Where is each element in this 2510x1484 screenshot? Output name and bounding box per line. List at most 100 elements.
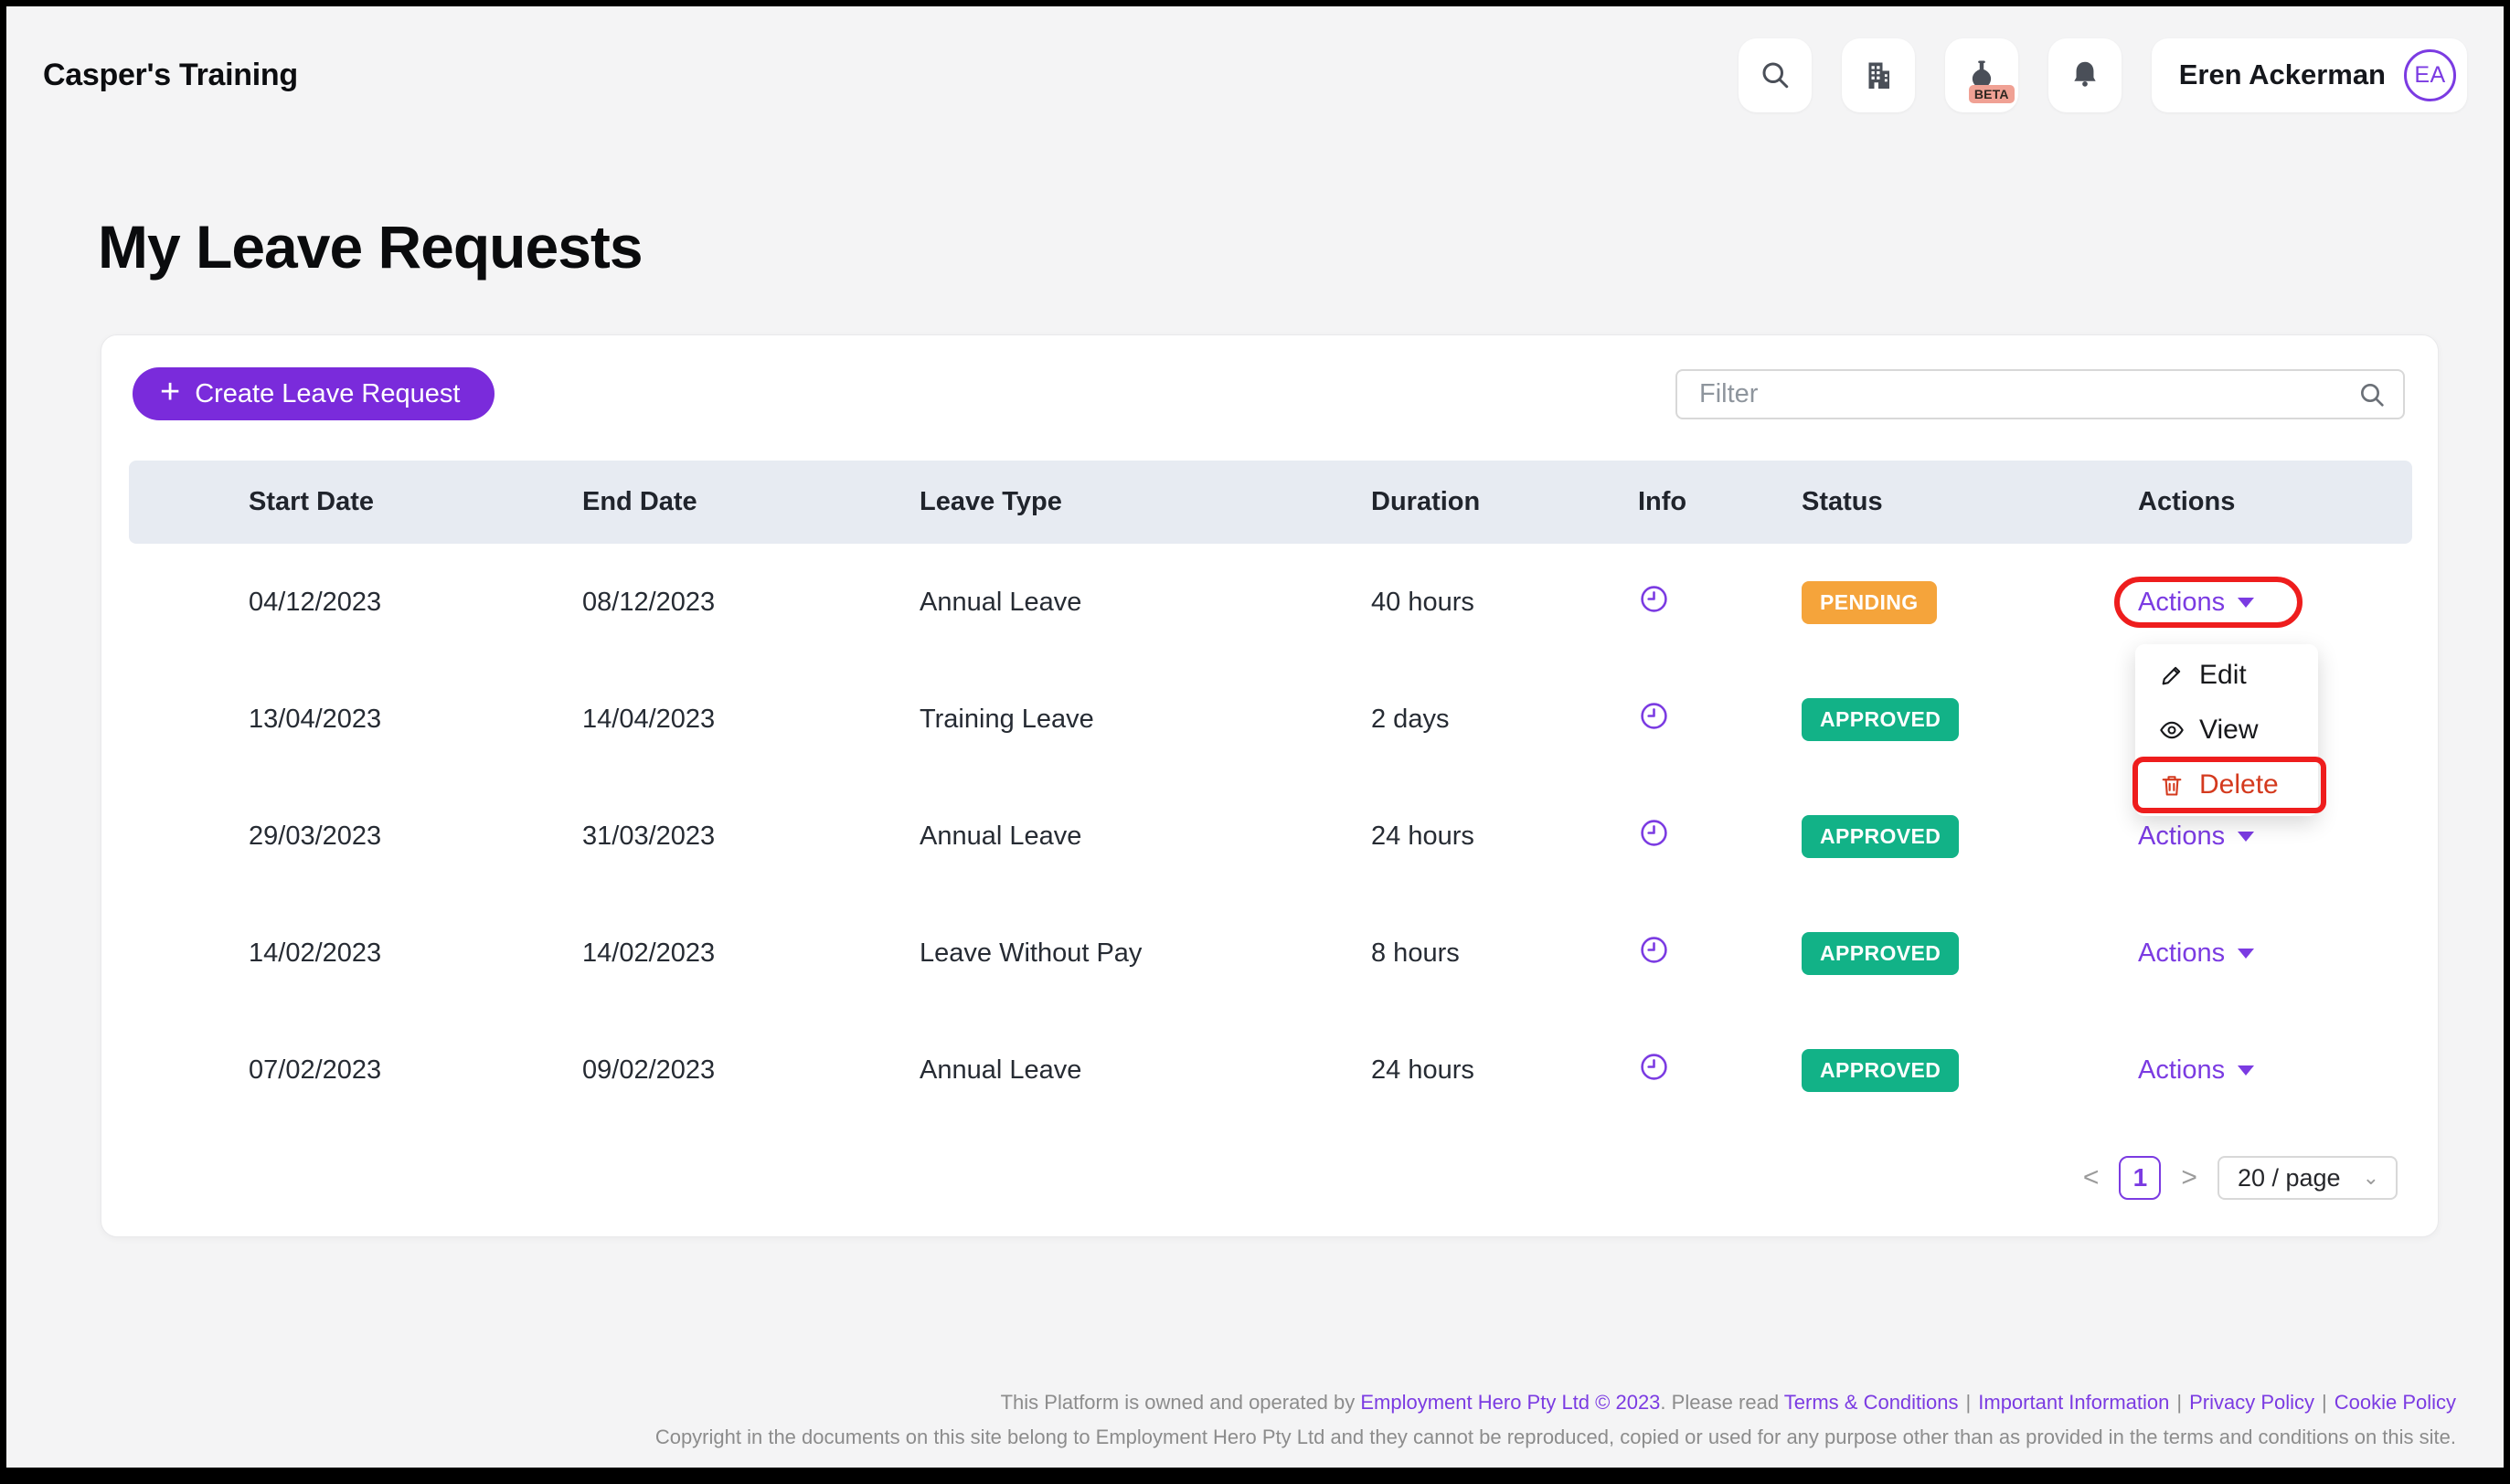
table-row: 14/02/2023 14/02/2023 Leave Without Pay …	[129, 895, 2412, 1012]
current-page[interactable]: 1	[2119, 1156, 2161, 1200]
column-header: Info	[1638, 487, 1802, 517]
end-date-cell: 14/04/2023	[582, 705, 920, 735]
caret-down-icon	[2238, 1065, 2254, 1076]
info-clock-icon[interactable]	[1640, 819, 1668, 854]
actions-label: Actions	[2138, 938, 2225, 969]
important-info-link[interactable]: Important Information	[1978, 1391, 2169, 1414]
beta-badge: BETA	[1969, 85, 2015, 103]
footer-text: . Please read	[1660, 1391, 1783, 1414]
leave-type-cell: Annual Leave	[920, 1055, 1371, 1086]
table-row: 04/12/2023 08/12/2023 Annual Leave 40 ho…	[129, 544, 2412, 661]
end-date-cell: 08/12/2023	[582, 588, 920, 618]
table-row: 07/02/2023 09/02/2023 Annual Leave 24 ho…	[129, 1012, 2412, 1129]
start-date-cell: 14/02/2023	[129, 938, 582, 969]
actions-label: Actions	[2138, 588, 2225, 618]
page-size-select[interactable]: 20 / page ⌄	[2218, 1156, 2398, 1200]
menu-item-label: View	[2199, 715, 2258, 746]
avatar: EA	[2404, 49, 2456, 101]
topbar-actions: BETA Eren Ackerman EA	[1739, 38, 2467, 112]
privacy-policy-link[interactable]: Privacy Policy	[2189, 1391, 2314, 1414]
app-title: Casper's Training	[43, 58, 298, 93]
actions-label: Actions	[2138, 822, 2225, 852]
duration-cell: 2 days	[1371, 705, 1638, 735]
table-row: 13/04/2023 14/04/2023 Training Leave 2 d…	[129, 661, 2412, 778]
leave-type-cell: Leave Without Pay	[920, 938, 1371, 969]
status-badge: APPROVED	[1802, 815, 1959, 858]
cookie-policy-link[interactable]: Cookie Policy	[2335, 1391, 2456, 1414]
duration-cell: 40 hours	[1371, 588, 1638, 618]
start-date-cell: 29/03/2023	[129, 822, 582, 852]
start-date-cell: 04/12/2023	[129, 588, 582, 618]
column-header: End Date	[582, 487, 920, 517]
menu-item-label: Edit	[2199, 660, 2247, 691]
end-date-cell: 09/02/2023	[582, 1055, 920, 1086]
trash-icon	[2159, 772, 2185, 798]
beta-features-button[interactable]: BETA	[1945, 38, 2018, 112]
status-badge: PENDING	[1802, 581, 1937, 624]
prev-page-button[interactable]: <	[2083, 1164, 2100, 1192]
actions-menu: Edit View Delete	[2135, 644, 2318, 816]
menu-item-view[interactable]: View	[2135, 703, 2318, 758]
filter-input[interactable]	[1675, 369, 2405, 419]
table-row: 29/03/2023 31/03/2023 Annual Leave 24 ho…	[129, 778, 2412, 895]
menu-item-delete[interactable]: Delete	[2135, 758, 2318, 812]
actions-dropdown-trigger[interactable]: Actions	[2138, 938, 2254, 969]
start-date-cell: 13/04/2023	[129, 705, 582, 735]
info-clock-icon[interactable]	[1640, 702, 1668, 737]
status-badge: APPROVED	[1802, 932, 1959, 975]
status-badge: APPROVED	[1802, 1049, 1959, 1092]
footer: This Platform is owned and operated by E…	[655, 1382, 2456, 1451]
info-clock-icon[interactable]	[1640, 1053, 1668, 1088]
separator: |	[2169, 1391, 2189, 1414]
end-date-cell: 31/03/2023	[582, 822, 920, 852]
status-badge: APPROVED	[1802, 698, 1959, 741]
pagination: < 1 > 20 / page ⌄	[2083, 1156, 2398, 1200]
caret-down-icon	[2238, 832, 2254, 842]
search-button[interactable]	[1739, 38, 1812, 112]
pencil-icon	[2159, 662, 2185, 688]
caret-down-icon	[2238, 598, 2254, 608]
actions-dropdown-trigger[interactable]: Actions	[2138, 822, 2254, 852]
duration-cell: 24 hours	[1371, 822, 1638, 852]
separator: |	[2314, 1391, 2335, 1414]
user-name: Eren Ackerman	[2179, 58, 2386, 91]
create-leave-request-button[interactable]: + Create Leave Request	[133, 367, 495, 420]
notifications-button[interactable]	[2048, 38, 2122, 112]
menu-item-edit[interactable]: Edit	[2135, 648, 2318, 703]
info-clock-icon[interactable]	[1640, 936, 1668, 971]
column-header: Status	[1802, 487, 2138, 517]
actions-dropdown-trigger[interactable]: Actions	[2138, 1055, 2254, 1086]
actions-dropdown-trigger[interactable]: Actions	[2138, 588, 2254, 618]
plus-icon: +	[160, 375, 180, 409]
search-icon	[1759, 58, 1792, 91]
terms-link[interactable]: Terms & Conditions	[1784, 1391, 1959, 1414]
separator: |	[1959, 1391, 1979, 1414]
info-clock-icon[interactable]	[1640, 585, 1668, 620]
footer-line-1: This Platform is owned and operated by E…	[655, 1389, 2456, 1416]
caret-down-icon	[2238, 949, 2254, 959]
next-page-button[interactable]: >	[2181, 1164, 2197, 1192]
employment-hero-link[interactable]: Employment Hero Pty Ltd © 2023	[1360, 1391, 1660, 1414]
filter-field	[1675, 369, 2405, 419]
leave-type-cell: Annual Leave	[920, 588, 1371, 618]
table-header-row: Start Date End Date Leave Type Duration …	[129, 461, 2412, 544]
eye-icon	[2159, 717, 2185, 743]
organisation-button[interactable]	[1842, 38, 1915, 112]
chevron-down-icon: ⌄	[2363, 1166, 2379, 1190]
building-icon	[1862, 58, 1895, 91]
actions-label: Actions	[2138, 1055, 2225, 1086]
user-menu[interactable]: Eren Ackerman EA	[2152, 38, 2467, 112]
create-leave-request-label: Create Leave Request	[195, 379, 460, 409]
end-date-cell: 14/02/2023	[582, 938, 920, 969]
page-size-value: 20 / page	[2238, 1164, 2341, 1192]
filter-search-icon	[2357, 380, 2387, 409]
page-title: My Leave Requests	[98, 212, 643, 281]
footer-line-2: Copyright in the documents on this site …	[655, 1424, 2456, 1451]
menu-item-label: Delete	[2199, 769, 2279, 800]
topbar: Casper's Training BETA Eren Ackerman EA	[6, 6, 2504, 143]
leave-requests-card: + Create Leave Request Start Date End Da…	[101, 334, 2439, 1237]
leave-type-cell: Training Leave	[920, 705, 1371, 735]
leave-type-cell: Annual Leave	[920, 822, 1371, 852]
column-header: Leave Type	[920, 487, 1371, 517]
start-date-cell: 07/02/2023	[129, 1055, 582, 1086]
